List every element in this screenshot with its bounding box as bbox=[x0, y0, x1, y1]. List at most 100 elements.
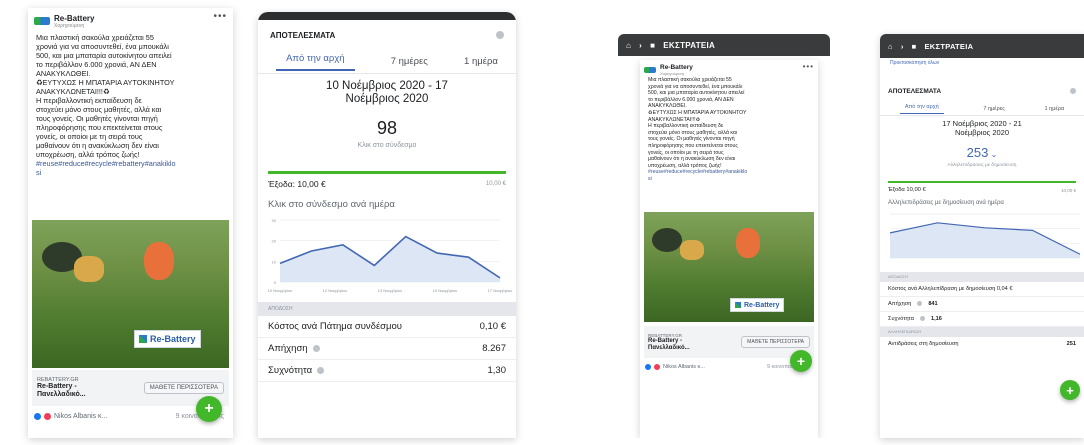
home2-icon[interactable]: ⌂ bbox=[888, 42, 893, 51]
tab-1-day[interactable]: 1 ημέρα bbox=[464, 56, 498, 67]
row-info-icon[interactable] bbox=[312, 345, 320, 352]
x-tick-label: 12 Νοεμβρίου bbox=[323, 288, 348, 293]
love2-icon bbox=[654, 364, 660, 370]
love-icon bbox=[44, 413, 51, 420]
status-strip bbox=[258, 12, 516, 20]
image2-child2-shirt bbox=[736, 228, 760, 258]
date-tabs: Από την αρχή 7 ημέρες 1 ημέρα bbox=[258, 50, 516, 74]
post-hashtags[interactable]: #reuse#reduce#recycle#rebattery#anakiklo… bbox=[28, 159, 233, 177]
cost-per-engagement-row[interactable]: Κόστος ανά Αλληλεπίδραση με δημοσίευση 0… bbox=[880, 282, 1084, 297]
folder-icon: ■ bbox=[650, 40, 656, 50]
performance-row[interactable]: Απήχηση 8.267 bbox=[258, 338, 516, 360]
post-image[interactable]: Re-Battery bbox=[32, 220, 229, 368]
post2-image[interactable]: Re-Battery bbox=[644, 212, 814, 322]
info2-icon[interactable] bbox=[1070, 88, 1076, 94]
image-child2-shirt bbox=[144, 242, 174, 280]
metric2-value[interactable]: 253 ⌄ bbox=[880, 145, 1084, 160]
reach2-info-icon[interactable] bbox=[917, 301, 923, 306]
post-footer: Nikos Albanis κ... 9 κοινοποιήσεις bbox=[34, 413, 224, 420]
sponsored2-label: Χορηγούμενη bbox=[660, 71, 685, 76]
like-icon bbox=[34, 413, 41, 420]
reach2-row[interactable]: Απήχηση 841 bbox=[880, 297, 1084, 312]
spend2-label: Έξοδα 10,00 € bbox=[888, 187, 926, 193]
ad-post-card-2: ⌂ › ■ ΕΚΣΤΡΑΤΕΙΑ Re-Battery Χορηγούμενη … bbox=[618, 34, 830, 438]
performance-row-label: Κόστος ανά Πάτημα συνδέσμου bbox=[268, 321, 403, 332]
image2-tire bbox=[652, 228, 682, 252]
reach2-value: 841 bbox=[928, 301, 938, 307]
home-icon[interactable]: ⌂ bbox=[626, 41, 631, 50]
campaign-header: ⌂ › ■ ΕΚΣΤΡΑΤΕΙΑ bbox=[618, 34, 830, 56]
post-menu-icon[interactable]: ••• bbox=[213, 12, 227, 22]
campaign2-label[interactable]: ΕΚΣΤΡΑΤΕΙΑ bbox=[925, 42, 974, 51]
post-reactions-value: 251 bbox=[1066, 341, 1076, 347]
y-tick-label: 30 bbox=[272, 218, 277, 223]
y-tick-label: 0 bbox=[274, 280, 277, 285]
post-text: Μια πλαστική σακούλα χρειάζεται 55 χρονι… bbox=[36, 33, 175, 159]
reach2-label: Απήχηση bbox=[888, 301, 912, 307]
post-reactions-row[interactable]: Αντιδράσεις στη δημοσίευση 251 bbox=[880, 337, 1084, 351]
section-header: ΑΠΟΔΟΣΗ bbox=[258, 302, 516, 316]
ad-post-card-1: Re-Battery Χορηγούμενη ••• Μια πλαστική … bbox=[28, 8, 233, 438]
breadcrumb-chevron-icon: › bbox=[639, 40, 643, 50]
section3-header: ΑΛΛΗΛΕΠΙΔΡΑΣΗ bbox=[880, 327, 1084, 337]
frequency2-value: 1,16 bbox=[930, 316, 942, 322]
reactions2-summary[interactable]: Nikos Albanis κ... bbox=[645, 364, 705, 370]
post2-menu-icon[interactable]: ••• bbox=[803, 63, 814, 71]
preview-all-link[interactable]: Προεπισκόπηση όλων bbox=[890, 60, 939, 66]
tab-lifetime[interactable]: Από την αρχή bbox=[276, 53, 355, 71]
results2-title: ΑΠΟΤΕΛΕΣΜΑΤΑ bbox=[888, 87, 942, 95]
link2-preview[interactable]: REBATTERY.GR Re-Battery - Πανελλαδικό...… bbox=[644, 326, 814, 358]
results2-header: ΑΠΟΤΕΛΕΣΜΑΤΑ bbox=[880, 84, 1084, 98]
link-title: Re-Battery - Πανελλαδικό... bbox=[37, 383, 86, 398]
post2-hashtags[interactable]: #reuse#reduce#recycle#rebattery#anakiklo… bbox=[640, 169, 818, 182]
campaign2-header: ⌂ › ■ ΕΚΣΤΡΑΤΕΙΑ bbox=[880, 34, 1084, 58]
chevron-down-icon: ⌄ bbox=[988, 150, 998, 159]
row-info-icon[interactable] bbox=[317, 367, 325, 374]
reactor2-names: Nikos Albanis κ... bbox=[663, 364, 705, 370]
sponsored-label: Χορηγούμενη bbox=[54, 23, 85, 29]
chart2-title: Αλληλεπιδράσεις με δημοσίευση ανά ημέρα bbox=[888, 200, 1004, 206]
page-logo bbox=[34, 17, 50, 25]
section2-header: ΑΠΟΔΟΣΗ bbox=[880, 272, 1084, 282]
series-area bbox=[280, 236, 500, 282]
performance-row-value: 8.267 bbox=[482, 343, 506, 354]
tab-7-days[interactable]: 7 ημέρες bbox=[391, 56, 428, 67]
performance-row[interactable]: Κόστος ανά Πάτημα συνδέσμου 0,10 € bbox=[258, 316, 516, 338]
image-child-hair bbox=[74, 256, 104, 282]
learn-more-button[interactable]: ΜΑΘΕΤΕ ΠΕΡΙΣΣΟΤΕΡΑ bbox=[143, 382, 224, 394]
frequency2-row[interactable]: Συχνότητα 1,16 bbox=[880, 312, 1084, 327]
performance-row[interactable]: Συχνότητα 1,30 bbox=[258, 360, 516, 382]
x-tick-label: 17 Νοεμβρίου bbox=[488, 288, 513, 293]
performance-rows: Κόστος ανά Πάτημα συνδέσμου 0,10 € Απήχηση… bbox=[258, 316, 516, 382]
post2-header: Re-Battery Χορηγούμενη ••• bbox=[640, 60, 818, 77]
performance-row-label: Συχνότητα bbox=[268, 365, 313, 376]
post-card-inner: Re-Battery Χορηγούμενη ••• Μια πλαστική … bbox=[640, 60, 818, 438]
performance-row-value: 1,30 bbox=[487, 365, 507, 376]
x-tick-label: 10 Νοεμβρίου bbox=[268, 288, 293, 293]
spend2-total: 10,00 € bbox=[1060, 187, 1076, 193]
page2-name[interactable]: Re-Battery bbox=[660, 64, 693, 71]
date2-tabs: Από την αρχή 7 ημέρες 1 ημέρα bbox=[880, 102, 1084, 116]
spend-row: Έξοδα: 10,00 € 10,00 € bbox=[258, 174, 516, 189]
reactor-names: Nikos Albanis κ... bbox=[54, 413, 108, 420]
add-fab3-button[interactable]: + bbox=[1060, 380, 1080, 400]
spend-total: 10,00 € bbox=[485, 181, 506, 187]
date-range: 10 Νοέμβριος 2020 - 17 Νοέμβριος 2020 bbox=[326, 80, 448, 105]
frequency2-info-icon[interactable] bbox=[919, 316, 925, 321]
info-icon[interactable] bbox=[496, 31, 504, 39]
tab2-1-day[interactable]: 1 ημέρα bbox=[1045, 106, 1065, 112]
learn-more2-button[interactable]: ΜΑΘΕΤΕ ΠΕΡΙΣΣΟΤΕΡΑ bbox=[741, 336, 810, 348]
post2-text: Μια πλαστική σακούλα χρειάζεται 55 χρονι… bbox=[648, 77, 747, 169]
page-name[interactable]: Re-Battery bbox=[54, 14, 94, 23]
page2-logo bbox=[644, 67, 656, 73]
reactions-summary[interactable]: Nikos Albanis κ... bbox=[34, 413, 107, 420]
campaign-label[interactable]: ΕΚΣΤΡΑΤΕΙΑ bbox=[663, 41, 715, 50]
frequency2-label: Συχνότητα bbox=[888, 316, 914, 322]
add-fab-button[interactable]: + bbox=[196, 396, 222, 422]
x-tick-label: 15 Νοεμβρίου bbox=[433, 288, 458, 293]
results-panel-2: ⌂ › ■ ΕΚΣΤΡΑΤΕΙΑ Προεπισκόπηση όλων ΑΠΟΤ… bbox=[880, 34, 1084, 438]
tab2-lifetime[interactable]: Από την αρχή bbox=[899, 104, 944, 114]
tab2-7-days[interactable]: 7 ημέρες bbox=[983, 106, 1005, 112]
performance-row-label: Απήχηση bbox=[268, 343, 308, 354]
add-fab2-button[interactable]: + bbox=[790, 350, 812, 372]
